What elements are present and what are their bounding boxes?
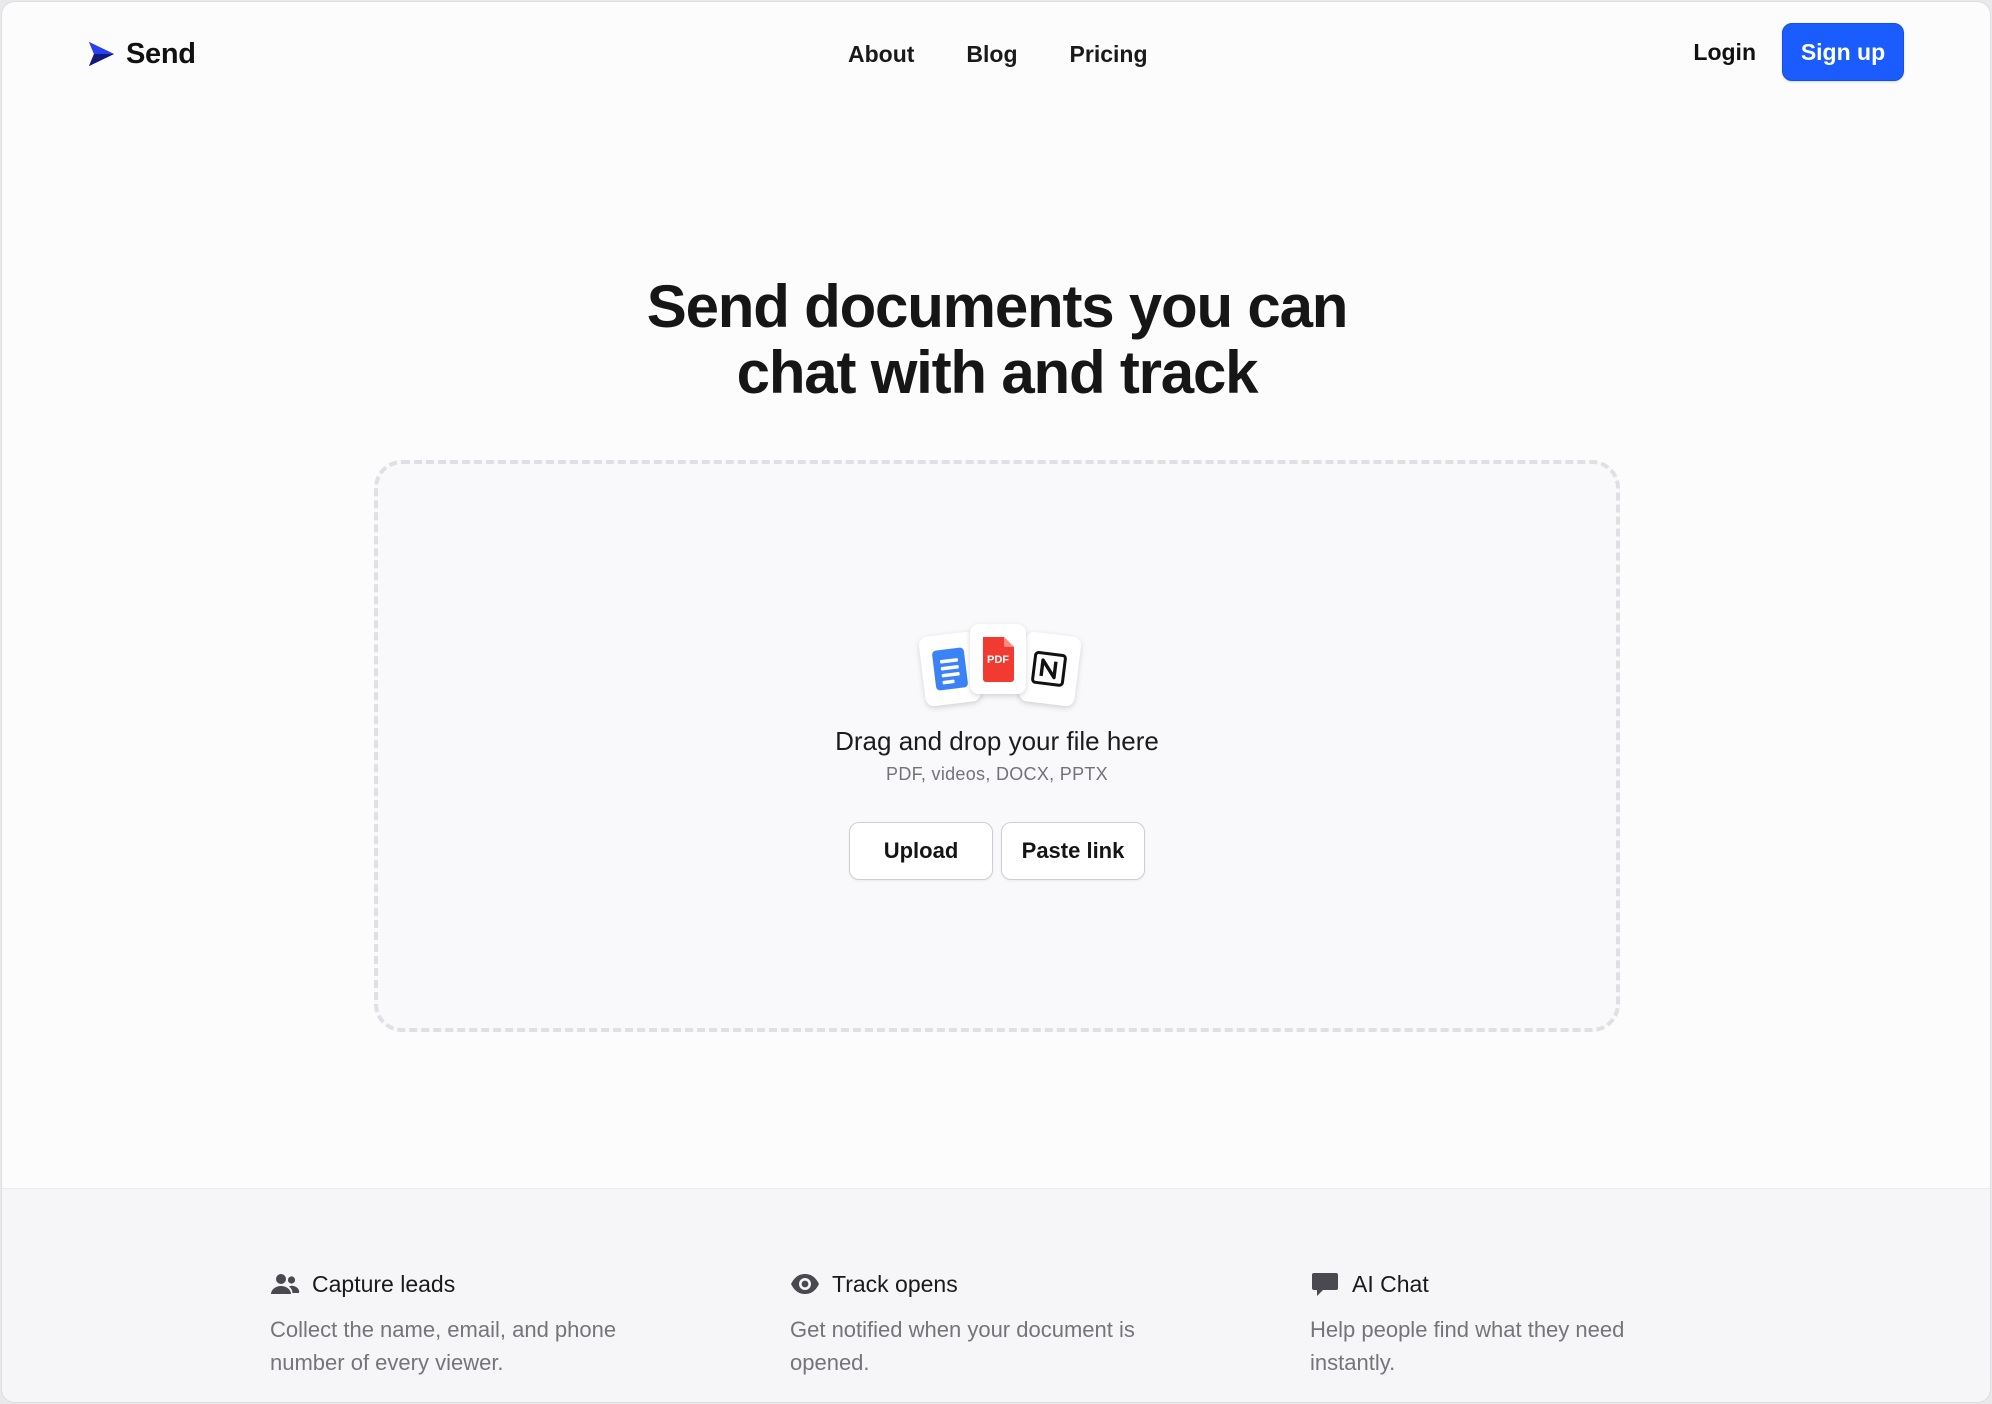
users-icon	[271, 1274, 300, 1294]
top-navigation: Send About Blog Pricing Login Sign up	[2, 2, 1990, 106]
signup-button[interactable]: Sign up	[1782, 23, 1904, 81]
dropzone-title: Drag and drop your file here	[835, 726, 1159, 756]
feature-capture-leads: Capture leads Collect the name, email, a…	[270, 1269, 690, 1379]
logo-text: Send	[126, 37, 196, 70]
paper-plane-icon	[89, 42, 114, 66]
hero-title: Send documents you can chat with and tra…	[2, 273, 1990, 406]
notion-card	[1017, 630, 1083, 708]
file-dropzone[interactable]: PDF Drag and drop your file here PDF, vi…	[374, 460, 1620, 1032]
dropzone-subtitle: PDF, videos, DOCX, PPTX	[886, 764, 1108, 784]
nav-link-about[interactable]: About	[848, 41, 914, 68]
google-docs-icon	[932, 647, 968, 691]
feature-title: AI Chat	[1352, 1270, 1429, 1297]
hero-title-line-2: chat with and track	[736, 339, 1259, 406]
feature-description: Get notified when your document is opene…	[790, 1317, 1135, 1375]
nav-links: About Blog Pricing	[848, 34, 1148, 74]
browser-window: Send About Blog Pricing Login Sign up Se…	[1, 1, 1991, 1403]
pdf-badge: PDF	[987, 654, 1009, 666]
login-link[interactable]: Login	[1693, 39, 1756, 66]
auth-actions: Login Sign up	[1693, 23, 1904, 81]
feature-header: AI Chat	[1310, 1269, 1730, 1299]
dropzone-actions: Upload Paste link	[378, 822, 1616, 880]
upload-button[interactable]: Upload	[849, 822, 993, 880]
feature-header: Capture leads	[270, 1269, 690, 1299]
chat-bubble-icon	[1312, 1273, 1338, 1296]
feature-header: Track opens	[790, 1269, 1210, 1299]
logo-link[interactable]: Send	[86, 34, 196, 74]
feature-description: Help people find what they need instantl…	[1310, 1317, 1625, 1375]
hero-title-line-1: Send documents you can	[646, 273, 1349, 340]
feature-description: Collect the name, email, and phone numbe…	[270, 1317, 617, 1375]
file-type-icons: PDF	[910, 624, 1090, 708]
feature-ai-chat: AI Chat Help people find what they need …	[1310, 1269, 1730, 1379]
eye-icon	[791, 1274, 819, 1294]
features-section: Capture leads Collect the name, email, a…	[2, 1188, 1990, 1402]
feature-track-opens: Track opens Get notified when your docum…	[790, 1269, 1210, 1379]
feature-title: Capture leads	[312, 1270, 456, 1297]
nav-link-pricing[interactable]: Pricing	[1070, 41, 1148, 68]
feature-title: Track opens	[832, 1270, 958, 1297]
notion-icon	[1031, 651, 1067, 687]
paste-link-button[interactable]: Paste link	[1001, 822, 1145, 880]
pdf-card: PDF	[970, 624, 1026, 694]
nav-link-blog[interactable]: Blog	[966, 41, 1017, 68]
